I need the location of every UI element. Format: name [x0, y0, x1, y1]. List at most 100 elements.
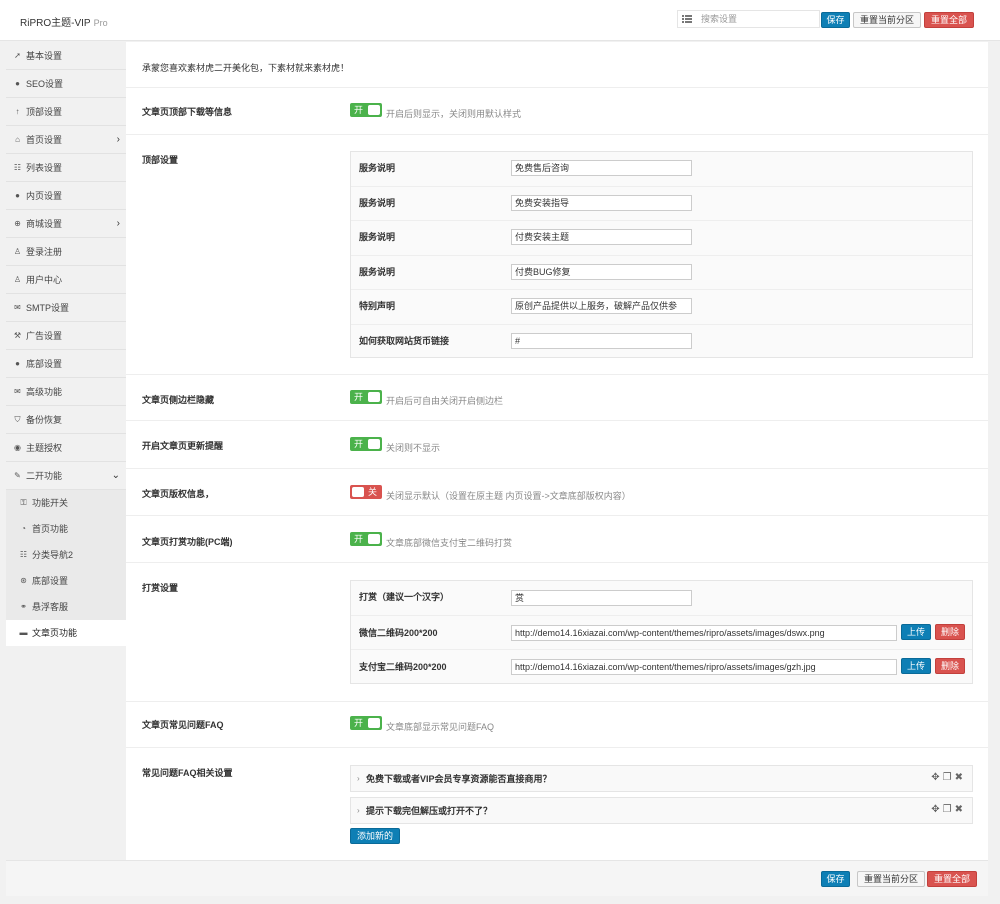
url-input[interactable]: http://demo14.16xiazai.com/wp-content/th…: [511, 625, 897, 641]
sidebar-subitem-label: 首页功能: [32, 524, 69, 534]
sidebar-item-inner[interactable]: ● 内页设置: [6, 182, 126, 210]
text-input[interactable]: 免费安装指导: [511, 195, 692, 211]
faq-item-tools: ✥❐✖: [931, 773, 966, 783]
faq-item-title: 免费下载或者VIP会员专享资源能否直接商用？: [366, 774, 552, 784]
sidebar-item-label: 商城设置: [26, 219, 63, 229]
text-input[interactable]: 免费售后咨询: [511, 160, 692, 176]
eye-icon: ◉: [14, 443, 21, 452]
circle-icon: ●: [15, 79, 20, 88]
sidebar-item-seo[interactable]: ● SEO设置: [6, 70, 126, 98]
row-title: 顶部设置: [142, 155, 179, 165]
brand-version: Pro: [93, 18, 108, 28]
field-label: 服务说明: [359, 267, 396, 277]
sidebar-subitem-category-nav[interactable]: ☷ 分类导航2: [6, 542, 126, 568]
field-label: 服务说明: [359, 232, 396, 242]
switch-knob: [368, 439, 380, 449]
sidebar-item-shop[interactable]: ⊕ 商城设置 ›: [6, 210, 126, 238]
row-title: 文章页版权信息，: [142, 489, 215, 499]
top-download-toggle[interactable]: 开: [350, 103, 382, 117]
text-input[interactable]: 原创产品提供以上服务，破解产品仅供参: [511, 298, 692, 314]
copy-icon[interactable]: ❐: [943, 773, 955, 783]
text-input[interactable]: 赏: [511, 590, 692, 606]
plus-circle-icon: ⊕: [14, 219, 21, 228]
field-label: 打赏（建议一个汉字）: [359, 592, 450, 602]
close-icon[interactable]: ✖: [955, 805, 966, 815]
envelope-icon: ✉: [14, 387, 21, 396]
footer-reset-section-button[interactable]: 重置当前分区: [857, 871, 925, 887]
switch-label: 开: [354, 439, 364, 449]
move-icon[interactable]: ✥: [931, 773, 942, 783]
faq-toggle[interactable]: 开: [350, 716, 382, 730]
faq-item[interactable]: › 免费下载或者VIP会员专享资源能否直接商用？ ✥❐✖: [350, 765, 973, 792]
compass-icon: ⊛: [20, 576, 27, 585]
sidebar-item-label: SEO设置: [26, 79, 64, 89]
reset-section-button[interactable]: 重置当前分区: [853, 12, 921, 28]
sidebar-item-top[interactable]: ↑ 顶部设置: [6, 98, 126, 126]
sidebar-item-backup[interactable]: ⛉ 备份恢复: [6, 406, 126, 434]
sidebar-item-home[interactable]: ⌂ 首页设置 ›: [6, 126, 126, 154]
sidebar-item-footer[interactable]: ● 底部设置: [6, 350, 126, 378]
top-settings-group: 服务说明 免费售后咨询 服务说明 免费安装指导 服务说明 付费安装主题 服务说明 付费B…: [350, 151, 973, 358]
sidebar-item-basic[interactable]: ➚ 基本设置: [6, 42, 126, 70]
text-input[interactable]: #: [511, 333, 692, 349]
save-button[interactable]: 保存: [821, 12, 850, 28]
sidebar-item-advanced[interactable]: ✉ 高级功能: [6, 378, 126, 406]
sidebar-subitem-footer[interactable]: ⊛ 底部设置: [6, 568, 126, 594]
delete-button[interactable]: 删除: [935, 624, 965, 640]
sidebar-item-label: 内页设置: [26, 191, 63, 201]
lock-icon: ⚿: [20, 498, 27, 507]
switch-label: 开: [354, 392, 364, 402]
upload-button[interactable]: 上传: [901, 624, 931, 640]
row-title: 开启文章页更新提醒: [142, 441, 224, 451]
footer-reset-all-button[interactable]: 重置全部: [927, 871, 977, 887]
faq-item-tools: ✥❐✖: [931, 805, 966, 815]
list-icon: ☷: [13, 163, 22, 172]
sidebar-subitem-float-service[interactable]: ⚭ 悬浮客服: [6, 594, 126, 620]
search-icon: [682, 15, 692, 23]
reset-all-button[interactable]: 重置全部: [924, 12, 974, 28]
divider: [126, 701, 988, 702]
sidebar-item-license[interactable]: ◉ 主题授权: [6, 434, 126, 462]
url-input[interactable]: http://demo14.16xiazai.com/wp-content/th…: [511, 659, 897, 675]
text-input[interactable]: 付费BUG修复: [511, 264, 692, 280]
footer-save-button[interactable]: 保存: [821, 871, 850, 887]
circle-icon: ●: [15, 191, 20, 200]
upload-button[interactable]: 上传: [901, 658, 931, 674]
search-box: [677, 10, 820, 28]
divider: [126, 374, 988, 375]
switch-description: 文章底部微信支付宝二维码打赏: [386, 538, 513, 548]
sidebar-subitem-home-features[interactable]: ◔ 首页功能: [6, 516, 126, 542]
switch-knob: [368, 718, 380, 728]
sidebar-item-login[interactable]: ♙ 登录注册: [6, 238, 126, 266]
copy-icon[interactable]: ❐: [943, 805, 955, 815]
add-new-button[interactable]: 添加新的: [350, 828, 400, 844]
move-icon[interactable]: ✥: [931, 805, 942, 815]
text-input[interactable]: 付费安装主题: [511, 229, 692, 245]
search-input[interactable]: [701, 12, 817, 26]
faq-item[interactable]: › 提示下载完但解压或打开不了？ ✥❐✖: [350, 797, 973, 824]
delete-button[interactable]: 删除: [935, 658, 965, 674]
divider: [126, 134, 988, 135]
sidebar-hide-toggle[interactable]: 开: [350, 390, 382, 404]
sidebar-item-label: 顶部设置: [26, 107, 63, 117]
brand-name: RiPRO主题-VIP: [20, 18, 91, 29]
sidebar-item-list[interactable]: ☷ 列表设置: [6, 154, 126, 182]
switch-description: 关闭显示默认（设置在原主题 内页设置->文章底部版权内容）: [386, 491, 631, 501]
row-title: 打赏设置: [142, 583, 179, 593]
field-label: 微信二维码200*200: [359, 628, 438, 638]
update-remind-toggle[interactable]: 开: [350, 437, 382, 451]
sidebar-subitem-switches[interactable]: ⚿ 功能开关: [6, 490, 126, 516]
field-row: 服务说明 付费安装主题: [351, 221, 972, 256]
field-row: 微信二维码200*200 http://demo14.16xiazai.com/w…: [351, 616, 972, 650]
sidebar-item-smtp[interactable]: ✉ SMTP设置: [6, 294, 126, 322]
sidebar-item-label: 底部设置: [26, 359, 63, 369]
copyright-toggle[interactable]: 关: [350, 485, 382, 499]
sidebar-subitem-article[interactable]: ▬ 文章页功能: [6, 620, 126, 646]
sidebar-item-ads[interactable]: ⚒ 广告设置: [6, 322, 126, 350]
close-icon[interactable]: ✖: [955, 773, 966, 783]
field-row: 服务说明 付费BUG修复: [351, 256, 972, 290]
sidebar-item-user-center[interactable]: ♙ 用户中心: [6, 266, 126, 294]
reward-toggle[interactable]: 开: [350, 532, 382, 546]
settings-panel: 承蒙您喜欢素材虎二开美化包，下素材就来素材虎！ 文章页顶部下载等信息 开 开启后…: [126, 42, 988, 860]
sidebar-item-custom[interactable]: ✎ 二开功能 ⌄: [6, 462, 126, 490]
